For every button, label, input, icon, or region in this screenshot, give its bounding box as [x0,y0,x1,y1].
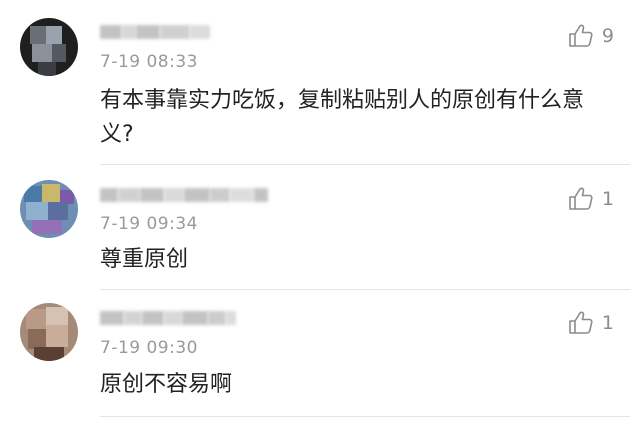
thumbs-up-icon [569,187,593,210]
comment-timestamp: 7-19 09:30 [100,338,198,358]
comment-item: 7-19 08:33 有本事靠实力吃饭，复制粘贴别人的原创有什么意义? 9 [0,0,630,165]
like-count: 9 [601,25,614,47]
comment-timestamp: 7-19 09:34 [100,214,198,234]
comment-item: 7-19 09:34 尊重原创 1 [0,165,630,290]
avatar[interactable] [20,180,78,238]
like-count: 1 [601,312,614,334]
comment-timestamp: 7-19 08:33 [100,52,198,72]
comment-text: 有本事靠实力吃饭，复制粘贴别人的原创有什么意义? [100,88,585,147]
avatar[interactable] [20,18,78,76]
like-button[interactable]: 1 [568,187,614,211]
like-button[interactable]: 1 [568,311,614,335]
username-blurred [100,185,268,205]
comment-item: 7-19 09:30 原创不容易啊 1 [0,290,630,422]
like-button[interactable]: 9 [568,24,614,48]
avatar[interactable] [20,303,78,361]
thumbs-up-icon [569,24,593,47]
username-blurred [100,308,236,328]
comment-text: 尊重原创 [100,247,189,272]
divider [100,416,630,417]
username-blurred [100,22,210,42]
like-count: 1 [601,188,614,210]
comment-text: 原创不容易啊 [100,372,233,397]
thumbs-up-icon [569,311,593,334]
